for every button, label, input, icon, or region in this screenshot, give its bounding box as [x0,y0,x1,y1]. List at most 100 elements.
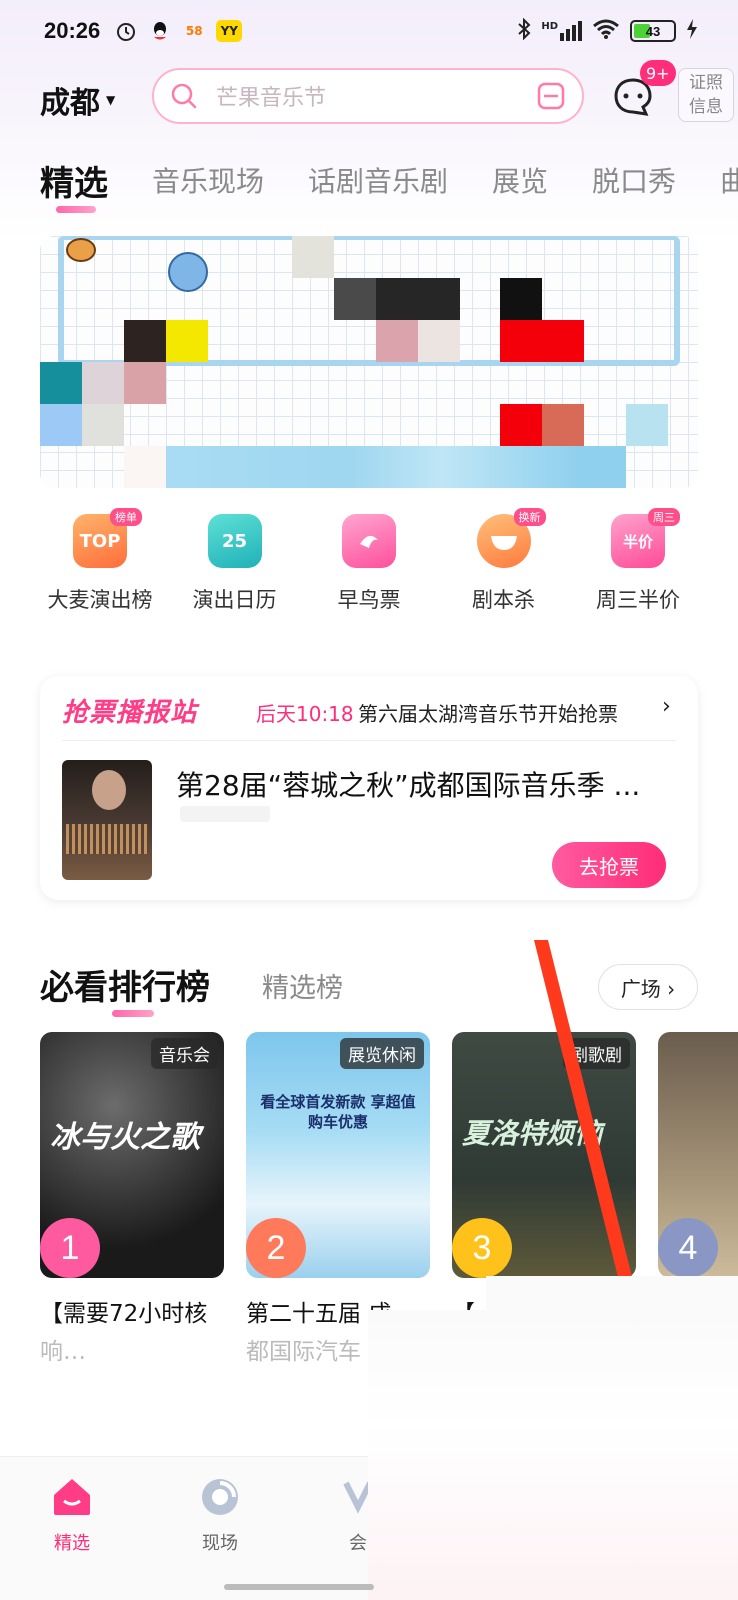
ticket-broadcast-card[interactable]: 抢票播报站 后天10:18 第六届太湖湾音乐节开始抢票 › 第28届“蓉城之秋”… [40,676,698,900]
event-poster[interactable]: 冰与火之歌 音乐会 1 [40,1032,224,1278]
quick-entry-top-chart[interactable]: 榜单 TOP 大麦演出榜 [40,508,160,624]
quick-entry-icon-text: 半价 [622,532,653,551]
quick-entry-early-bird[interactable]: 早鸟票 [309,514,429,624]
message-badge: 9+ [640,60,676,86]
nav-label: 会 [349,1533,367,1554]
quick-entry-badge: 周三 [648,508,680,526]
tab-more[interactable]: 曲 [720,156,738,216]
tab-standup[interactable]: 脱口秀 [592,156,676,216]
caret-down-icon: ▼ [106,93,116,107]
pixel-block [500,404,542,446]
scan-icon[interactable] [536,81,566,111]
grab-ticket-button[interactable]: 去抢票 [552,842,666,888]
pixel-block [500,278,542,320]
card-title-line2: 响… [40,1339,86,1365]
58-icon: 58 [185,24,203,38]
ticket-open-notice: 第六届太湖湾音乐节开始抢票 [358,702,618,726]
id-info-line1: 证照 [689,73,723,93]
bluetooth-icon [517,17,531,44]
promo-banner[interactable] [40,236,698,488]
alarm-icon [114,19,138,43]
ranking-tab-indicator [112,1010,154,1017]
search-box[interactable]: 芒果音乐节 [152,68,584,124]
nav-label: 现场 [202,1533,238,1554]
signal-hd-label: HD [541,21,558,32]
planet-icon [66,238,96,262]
pixel-block [124,362,166,404]
quick-entry-icon-text: TOP [79,530,121,552]
poster-title: 冰与火之歌 [50,1120,200,1155]
system-status: HD 43 [517,17,698,44]
pixel-block [292,236,334,278]
nav-label: 精选 [54,1533,90,1554]
tab-label: 话剧音乐剧 [308,165,449,198]
home-indicator [224,1584,374,1590]
ticket-open-time: 后天10:18 [256,702,354,726]
quick-entries: 榜单 TOP 大麦演出榜 25 演出日历 早鸟票 换新 剧本杀 周三 半价 周三… [40,508,698,624]
quick-entry-half-price[interactable]: 周三 半价 周三半价 [578,508,698,624]
home-icon [54,1479,90,1515]
tab-label: 脱口秀 [592,165,677,198]
notification-icons: 58 YY [114,19,243,43]
pixel-block [376,278,460,320]
calendar-icon: 25 [207,514,262,568]
app-header: 成都 ▼ 芒果音乐节 9+ 证照 信息 [0,60,738,130]
pixel-block [626,404,668,446]
pixel-block [124,320,166,362]
pixel-block [82,404,124,446]
id-info-button[interactable]: 证照 信息 [678,68,734,122]
tab-live-music[interactable]: 音乐现场 [152,156,264,216]
plaza-button[interactable]: 广场 › [598,964,698,1010]
wifi-icon [592,18,620,44]
tab-label: 精选 [40,164,108,204]
ranking-card[interactable]: 冰与火之歌 音乐会 1 【需要72小时核 响… [40,1032,224,1366]
pixel-block [418,320,460,362]
rank-number: 3 [452,1218,512,1278]
battery-icon: 43 [630,20,676,42]
quick-entry-script-murder[interactable]: 换新 剧本杀 [444,508,564,624]
poster-face [92,770,126,810]
pixel-block [40,362,82,404]
ticket-broadcast-logo: 抢票播报站 [62,698,198,728]
city-label: 成都 [40,86,100,121]
quick-entry-calendar[interactable]: 25 演出日历 [175,514,295,624]
nav-live[interactable]: 现场 [180,1473,260,1555]
city-selector[interactable]: 成都 ▼ [40,78,115,122]
chevron-right-icon[interactable]: › [662,694,671,719]
ranking-title[interactable]: 必看排行榜 [40,960,210,1009]
pixel-block [500,320,584,362]
event-poster[interactable]: 看全球首发新款 享超值购车优惠 展览休闲 2 [246,1032,430,1278]
quick-entry-label: 演出日历 [192,588,277,612]
event-poster[interactable] [62,760,152,880]
rank-number: 4 [658,1218,718,1278]
quick-entry-label: 周三半价 [596,588,680,612]
nav-featured[interactable]: 精选 [32,1473,112,1555]
card-title: 【需要72小时核 [40,1301,208,1327]
poster-title: 看全球首发新款 享超值购车优惠 [260,1093,416,1131]
quick-entry-label: 早鸟票 [337,588,401,612]
ticket-icon [342,514,396,568]
event-subtitle-placeholder [180,806,270,822]
planet-icon [168,252,208,292]
tab-curated-list[interactable]: 精选榜 [262,966,343,1005]
event-title[interactable]: 第28届“蓉城之秋”成都国际音乐季 ... [176,764,676,804]
qq-icon [148,19,172,43]
ranking-card[interactable]: 4 [658,1032,738,1278]
event-poster[interactable]: 4 [658,1032,738,1278]
pixel-block [166,446,626,488]
tab-label: 曲 [720,165,738,198]
quick-entry-badge: 榜单 [110,508,142,526]
tab-featured[interactable]: 精选 [40,156,108,216]
status-time: 20:26 [44,18,101,43]
pixel-block [40,404,82,446]
tab-drama-musical[interactable]: 话剧音乐剧 [308,156,448,216]
battery-level: 43 [645,23,661,39]
signal-icon: HD [541,21,582,41]
category-tag: 展览休闲 [340,1038,424,1069]
quick-entry-label: 大麦演出榜 [47,588,153,612]
tab-exhibition[interactable]: 展览 [492,156,548,216]
obscured-region [368,1310,738,1600]
poster-orchestra [66,824,148,854]
obscured-region [486,1276,738,1312]
rank-number: 1 [40,1218,100,1278]
